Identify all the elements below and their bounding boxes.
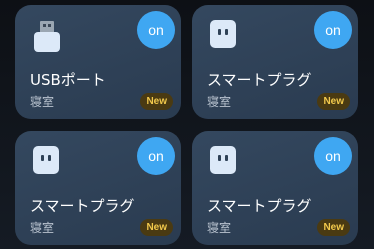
power-toggle-button[interactable]: on bbox=[137, 137, 175, 175]
smart-plug-icon bbox=[33, 146, 59, 174]
device-name: USBポート bbox=[30, 71, 106, 89]
usb-stick-icon bbox=[34, 21, 60, 52]
device-name: スマートプラグ bbox=[207, 197, 312, 215]
power-toggle-button[interactable]: on bbox=[314, 137, 352, 175]
power-toggle-button[interactable]: on bbox=[137, 11, 175, 49]
device-room: 寝室 bbox=[30, 95, 55, 109]
smart-plug-icon bbox=[210, 146, 236, 174]
device-grid: on USBポート 寝室 New on スマートプラグ 寝室 New on スマ… bbox=[0, 0, 374, 249]
device-room: 寝室 bbox=[207, 221, 232, 235]
device-tile-usb-port[interactable]: on USBポート 寝室 New bbox=[15, 5, 181, 119]
device-name: スマートプラグ bbox=[30, 197, 135, 215]
new-badge: New bbox=[140, 219, 173, 236]
new-badge: New bbox=[140, 93, 173, 110]
device-name: スマートプラグ bbox=[207, 71, 312, 89]
device-tile-smart-plug[interactable]: on スマートプラグ 寝室 New bbox=[15, 131, 181, 245]
smart-plug-icon bbox=[210, 20, 236, 48]
device-tile-smart-plug[interactable]: on スマートプラグ 寝室 New bbox=[192, 131, 358, 245]
new-badge: New bbox=[317, 93, 350, 110]
device-room: 寝室 bbox=[30, 221, 55, 235]
device-room: 寝室 bbox=[207, 95, 232, 109]
power-toggle-button[interactable]: on bbox=[314, 11, 352, 49]
new-badge: New bbox=[317, 219, 350, 236]
device-tile-smart-plug[interactable]: on スマートプラグ 寝室 New bbox=[192, 5, 358, 119]
